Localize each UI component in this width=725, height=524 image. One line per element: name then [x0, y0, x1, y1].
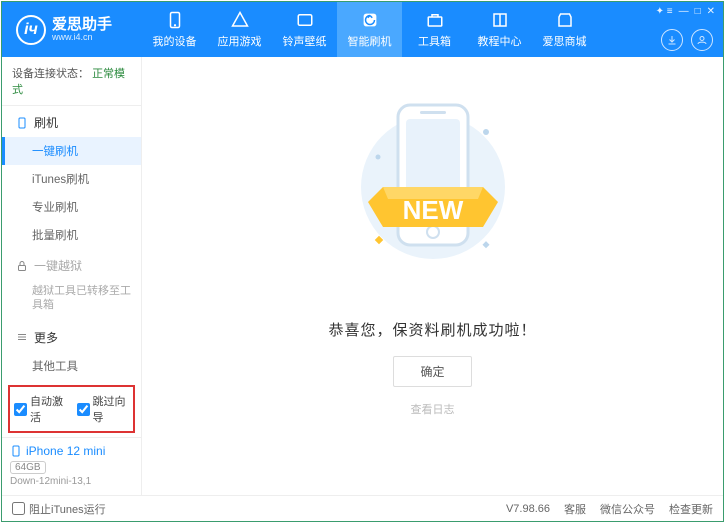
device-model: Down-12mini-13,1 — [10, 476, 133, 487]
main-nav: 我的设备 应用游戏 铃声壁纸 智能刷机 工具箱 教程中心 爱思商城 — [142, 2, 597, 57]
connected-device[interactable]: iPhone 12 mini 64GB Down-12mini-13,1 — [2, 437, 141, 495]
settings-icon[interactable]: ✦ ≡ — [656, 6, 673, 17]
user-icon — [696, 34, 708, 46]
lock-icon — [16, 260, 28, 272]
sidebar-group-more[interactable]: 更多 — [2, 321, 141, 352]
flash-icon — [361, 11, 379, 29]
wallpaper-icon — [296, 11, 314, 29]
nav-store[interactable]: 爱思商城 — [532, 2, 597, 57]
nav-label: 教程中心 — [478, 33, 522, 49]
group-label: 更多 — [34, 329, 58, 346]
connection-status: 设备连接状态： 正常模式 — [2, 57, 141, 106]
checkbox-input[interactable] — [14, 403, 27, 416]
download-icon — [666, 34, 678, 46]
nav-label: 爱思商城 — [543, 33, 587, 49]
new-badge-text: NEW — [402, 195, 463, 225]
checkbox-auto-activate[interactable]: 自动激活 — [14, 393, 67, 425]
sidebar: 设备连接状态： 正常模式 刷机 一键刷机 iTunes刷机 专业刷机 批量刷机 … — [2, 57, 142, 495]
app-subtitle: www.i4.cn — [52, 32, 112, 42]
nav-label: 智能刷机 — [348, 33, 392, 49]
checkbox-label: 阻止iTunes运行 — [29, 501, 106, 517]
sidebar-checkbox-highlight: 自动激活 跳过向导 — [8, 385, 135, 433]
minimize-button[interactable]: — — [679, 6, 689, 17]
phone-icon — [10, 445, 22, 457]
view-log-link[interactable]: 查看日志 — [411, 401, 455, 417]
nav-tutorial-center[interactable]: 教程中心 — [467, 2, 532, 57]
nav-toolbox[interactable]: 工具箱 — [402, 2, 467, 57]
download-button[interactable] — [661, 29, 683, 51]
phone-icon — [166, 11, 184, 29]
group-label: 一键越狱 — [34, 257, 82, 274]
nav-smart-flash[interactable]: 智能刷机 — [337, 2, 402, 57]
checkbox-input[interactable] — [77, 403, 90, 416]
sidebar-item-pro-flash[interactable]: 专业刷机 — [2, 193, 141, 221]
support-link[interactable]: 客服 — [564, 501, 586, 517]
nav-label: 应用游戏 — [218, 33, 262, 49]
check-update-link[interactable]: 检查更新 — [669, 501, 713, 517]
sidebar-item-batch-flash[interactable]: 批量刷机 — [2, 221, 141, 249]
sidebar-group-jailbreak[interactable]: 一键越狱 — [2, 249, 141, 280]
logo-icon: iч — [16, 15, 46, 45]
checkbox-label: 跳过向导 — [93, 393, 130, 425]
nav-ringtone-wallpaper[interactable]: 铃声壁纸 — [272, 2, 337, 57]
sidebar-item-itunes-flash[interactable]: iTunes刷机 — [2, 165, 141, 193]
apps-icon — [231, 11, 249, 29]
success-illustration: NEW — [358, 87, 508, 297]
nav-apps-games[interactable]: 应用游戏 — [207, 2, 272, 57]
book-icon — [491, 11, 509, 29]
nav-label: 工具箱 — [418, 33, 451, 49]
close-button[interactable]: ✕ — [707, 6, 715, 17]
checkbox-skip-wizard[interactable]: 跳过向导 — [77, 393, 130, 425]
device-name-text: iPhone 12 mini — [26, 444, 105, 458]
titlebar: iч 爱思助手 www.i4.cn 我的设备 应用游戏 铃声壁纸 智能刷机 工具… — [2, 2, 723, 57]
sidebar-item-oneclick-flash[interactable]: 一键刷机 — [2, 137, 141, 165]
device-storage-badge: 64GB — [10, 461, 46, 474]
toolbox-icon — [426, 11, 444, 29]
jailbreak-note: 越狱工具已转移至工具箱 — [2, 280, 141, 321]
statusbar: 阻止iTunes运行 V7.98.66 客服 微信公众号 检查更新 — [2, 495, 723, 521]
confirm-button[interactable]: 确定 — [393, 356, 471, 387]
store-icon — [556, 11, 574, 29]
checkbox-label: 自动激活 — [30, 393, 67, 425]
group-label: 刷机 — [34, 114, 58, 131]
success-message: 恭喜您，保资料刷机成功啦！ — [328, 319, 536, 340]
sidebar-group-flash[interactable]: 刷机 — [2, 106, 141, 137]
window-controls: ✦ ≡ — □ ✕ — [656, 6, 715, 17]
menu-icon — [16, 331, 28, 343]
wechat-link[interactable]: 微信公众号 — [600, 501, 655, 517]
main-content: NEW 恭喜您，保资料刷机成功啦！ 确定 查看日志 — [142, 57, 723, 495]
checkbox-block-itunes[interactable]: 阻止iTunes运行 — [12, 501, 106, 517]
nav-label: 我的设备 — [153, 33, 197, 49]
phone-icon — [16, 117, 28, 129]
version-label: V7.98.66 — [506, 503, 550, 515]
nav-label: 铃声壁纸 — [283, 33, 327, 49]
app-logo: iч 爱思助手 www.i4.cn — [2, 15, 142, 45]
sidebar-item-other-tools[interactable]: 其他工具 — [2, 352, 141, 380]
app-title: 爱思助手 — [52, 17, 112, 32]
maximize-button[interactable]: □ — [695, 6, 701, 17]
sidebar-item-download-firmware[interactable]: 下载固件 — [2, 380, 141, 381]
connection-label: 设备连接状态： — [12, 68, 89, 80]
checkbox-input[interactable] — [12, 502, 25, 515]
nav-my-device[interactable]: 我的设备 — [142, 2, 207, 57]
account-button[interactable] — [691, 29, 713, 51]
